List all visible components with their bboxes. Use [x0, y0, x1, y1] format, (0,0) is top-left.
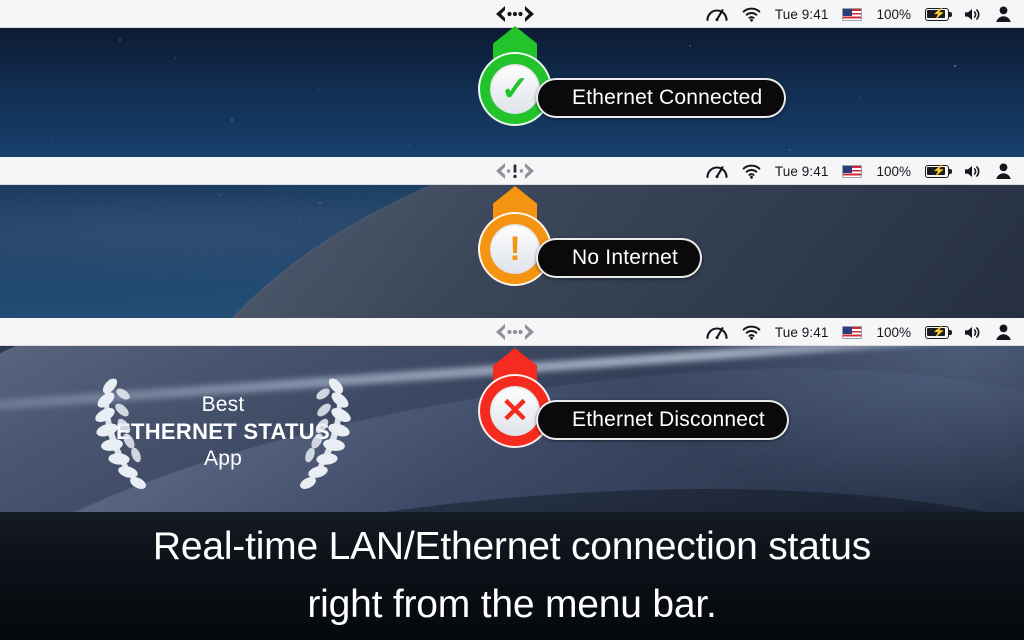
menubar-ethernet-disconnected-icon[interactable]: [494, 322, 536, 342]
battery-charging-icon[interactable]: ⚡: [925, 164, 952, 178]
us-flag-icon[interactable]: [842, 164, 863, 178]
pin-inner-circle: ✓: [490, 64, 540, 114]
status-badge-label: No Internet: [536, 238, 703, 278]
speedometer-icon[interactable]: [706, 6, 728, 22]
laurel-right-icon: [300, 378, 351, 489]
caption-banner: Real-time LAN/Ethernet connection status…: [0, 512, 1024, 640]
menubar-ethernet-connected-icon[interactable]: [494, 4, 536, 24]
us-flag-icon[interactable]: [842, 7, 863, 21]
ethernet-alert-glyph: [496, 162, 534, 179]
menubar-clock[interactable]: Tue 9:41: [775, 325, 829, 340]
speedometer-icon[interactable]: [706, 324, 728, 340]
menubar-status-items-1: Tue 9:41 100% ⚡: [706, 0, 1012, 28]
status-marker-ethernet-disconnect[interactable]: ✕ Ethernet Disconnect: [478, 348, 789, 448]
menubar-status-items-2: Tue 9:41 100% ⚡: [706, 157, 1012, 185]
ethernet-disconnected-glyph: [496, 323, 534, 340]
wifi-icon[interactable]: [742, 325, 761, 340]
caption-line-2: right from the menu bar.: [307, 583, 717, 626]
battery-percent-label[interactable]: 100%: [876, 7, 911, 22]
volume-icon[interactable]: [963, 164, 981, 179]
menu-bar-2: Tue 9:41 100% ⚡: [0, 157, 1024, 185]
cross-icon: ✕: [500, 392, 530, 430]
ethernet-connected-glyph: [496, 5, 534, 22]
wifi-icon[interactable]: [742, 7, 761, 22]
pin-inner-circle: ✕: [490, 386, 540, 436]
exclamation-icon: !: [509, 230, 521, 268]
menubar-ethernet-alert-icon[interactable]: [494, 161, 536, 181]
laurel-left-icon: [95, 378, 146, 489]
status-badge-label: Ethernet Connected: [536, 78, 787, 118]
user-account-icon[interactable]: [995, 324, 1012, 340]
menubar-status-items-3: Tue 9:41 100% ⚡: [706, 318, 1012, 346]
us-flag-icon[interactable]: [842, 325, 863, 339]
checkmark-icon: ✓: [500, 70, 530, 108]
caption-line-1: Real-time LAN/Ethernet connection status: [152, 525, 872, 569]
battery-percent-label[interactable]: 100%: [876, 164, 911, 179]
user-account-icon[interactable]: [995, 163, 1012, 179]
award-badge: Best ETHERNET STATUS App: [78, 368, 368, 496]
app-screenshot: Tue 9:41 100% ⚡ Tue 9:41 100% ⚡ Tue 9:41…: [0, 0, 1024, 640]
wifi-icon[interactable]: [742, 164, 761, 179]
menu-bar-3: Tue 9:41 100% ⚡: [0, 318, 1024, 346]
volume-icon[interactable]: [963, 325, 981, 340]
menubar-clock[interactable]: Tue 9:41: [775, 7, 829, 22]
status-marker-ethernet-connected[interactable]: ✓ Ethernet Connected: [478, 26, 787, 126]
volume-icon[interactable]: [963, 7, 981, 22]
speedometer-icon[interactable]: [706, 163, 728, 179]
pin-inner-circle: !: [490, 224, 540, 274]
status-marker-no-internet[interactable]: ! No Internet: [478, 186, 703, 286]
battery-percent-label[interactable]: 100%: [876, 325, 911, 340]
battery-charging-icon[interactable]: ⚡: [925, 325, 952, 339]
menubar-clock[interactable]: Tue 9:41: [775, 164, 829, 179]
menu-bar-1: Tue 9:41 100% ⚡: [0, 0, 1024, 28]
battery-charging-icon[interactable]: ⚡: [925, 7, 952, 21]
user-account-icon[interactable]: [995, 6, 1012, 22]
status-badge-label: Ethernet Disconnect: [536, 400, 789, 440]
